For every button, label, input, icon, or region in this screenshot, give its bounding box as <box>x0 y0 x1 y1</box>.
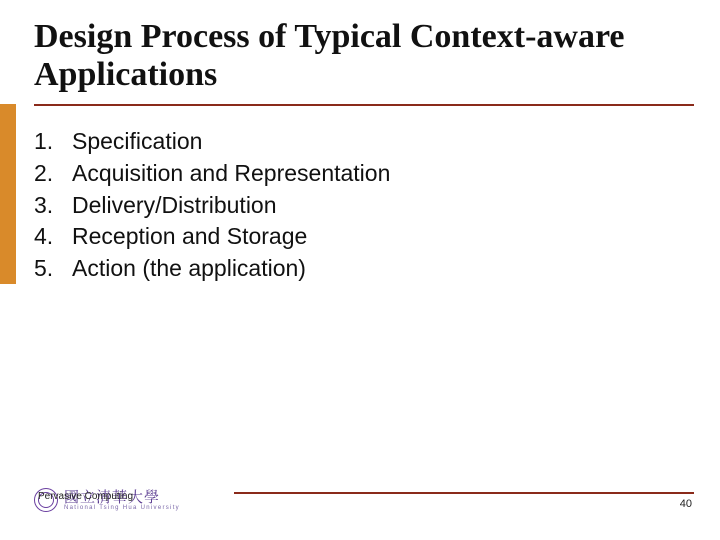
slide-title: Design Process of Typical Context-aware … <box>34 18 700 94</box>
logo-english: National Tsing Hua University <box>64 505 180 511</box>
footer-underline <box>234 492 694 494</box>
list-item: Action (the application) <box>34 253 690 285</box>
course-label: Pervasive Computing <box>38 491 133 502</box>
list-item: Specification <box>34 126 690 158</box>
title-underline <box>34 104 694 106</box>
accent-bar <box>0 104 16 284</box>
slide-footer: 國立清華大學 National Tsing Hua University Per… <box>34 476 694 512</box>
page-number: 40 <box>680 498 692 510</box>
slide-body: Specification Acquisition and Representa… <box>34 126 690 285</box>
slide: Design Process of Typical Context-aware … <box>0 0 720 540</box>
list-item: Acquisition and Representation <box>34 158 690 190</box>
list-item: Reception and Storage <box>34 221 690 253</box>
list-item: Delivery/Distribution <box>34 190 690 222</box>
numbered-list: Specification Acquisition and Representa… <box>34 126 690 285</box>
